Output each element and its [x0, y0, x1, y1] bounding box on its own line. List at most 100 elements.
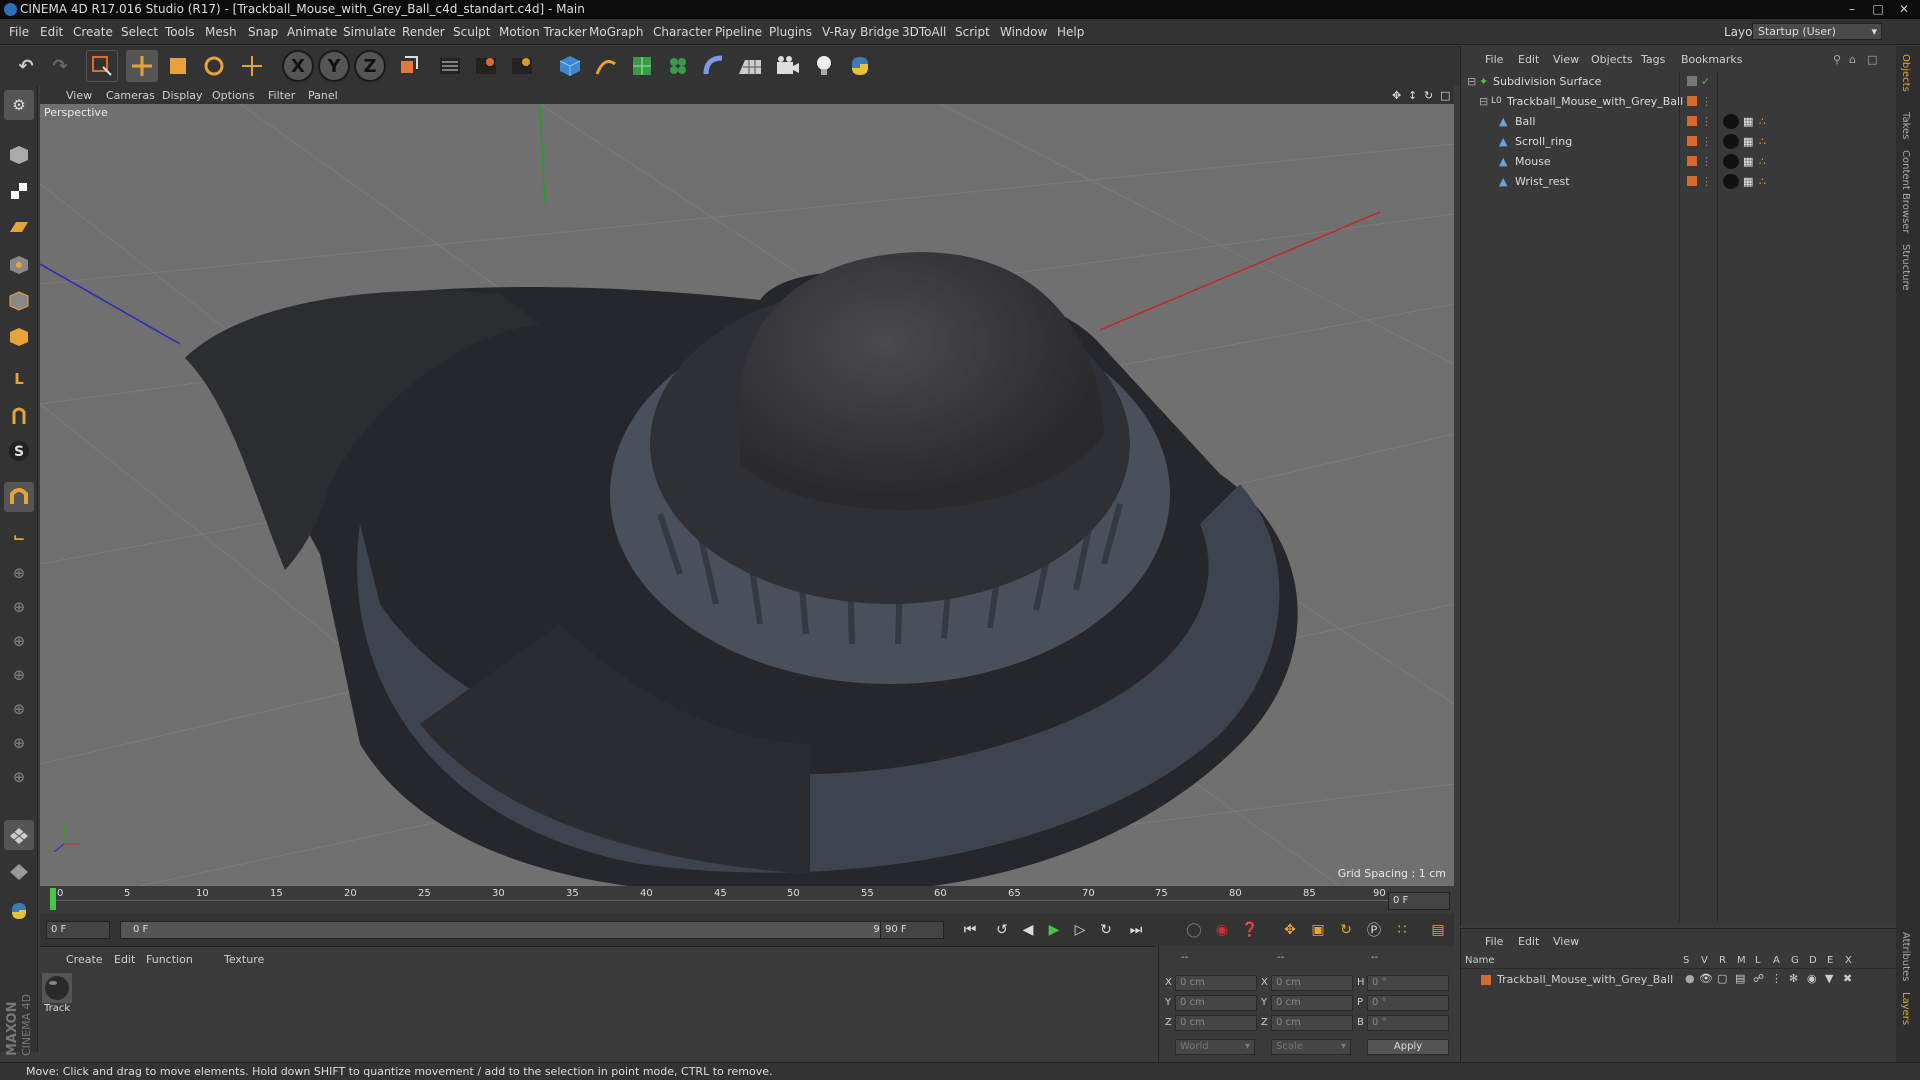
- material-menu-edit[interactable]: Edit: [114, 953, 135, 966]
- coord-mode-select[interactable]: World ▾: [1175, 1039, 1255, 1055]
- end-frame-field[interactable]: 90 F: [880, 921, 944, 939]
- layer-col-manager[interactable]: M: [1737, 955, 1746, 966]
- lock-icon[interactable]: ☍: [1753, 972, 1764, 985]
- live-selection-icon[interactable]: [86, 50, 118, 82]
- menu-animate[interactable]: Animate: [287, 25, 337, 39]
- tab-takes[interactable]: Takes: [1900, 112, 1911, 139]
- layer-col-view[interactable]: V: [1701, 955, 1708, 966]
- keyframe-selection-icon[interactable]: ❓: [1238, 919, 1262, 941]
- layermgr-menu-edit[interactable]: Edit: [1518, 935, 1539, 948]
- key-scale-icon[interactable]: ▣: [1306, 919, 1330, 941]
- deform-icon[interactable]: [4, 856, 34, 886]
- layer-row[interactable]: Trackball_Mouse_with_Grey_Ball ● 👁 ▢ ▤ ☍…: [1461, 971, 1895, 989]
- material-menu-create[interactable]: Create: [66, 953, 103, 966]
- viewport-maximize-icon[interactable]: □: [1440, 89, 1450, 102]
- material-tag-icon[interactable]: [1723, 174, 1739, 189]
- go-to-end-icon[interactable]: ⏭: [1124, 919, 1148, 941]
- play-icon[interactable]: ▶: [1042, 919, 1066, 941]
- key-parameter-icon[interactable]: Ⓟ: [1362, 919, 1386, 941]
- 3d-viewport[interactable]: Perspective Grid Spacing : 1 cm: [40, 104, 1454, 886]
- menu-select[interactable]: Select: [121, 25, 158, 39]
- menu-simulate[interactable]: Simulate: [343, 25, 396, 39]
- edges-mode-icon[interactable]: [4, 286, 34, 316]
- menu-tools[interactable]: Tools: [165, 25, 195, 39]
- texture-tag-icon[interactable]: ▦: [1743, 172, 1753, 191]
- viewport-menu-filter[interactable]: Filter: [268, 89, 295, 102]
- search-icon[interactable]: ⚲: [1833, 53, 1841, 66]
- go-to-start-icon[interactable]: ⏮: [958, 919, 982, 941]
- snap-icon[interactable]: S: [4, 436, 34, 466]
- key-pla-icon[interactable]: ∷: [1390, 919, 1414, 941]
- key-rotation-icon[interactable]: ↻: [1334, 919, 1358, 941]
- menu-sculpt[interactable]: Sculpt: [453, 25, 490, 39]
- menu-create[interactable]: Create: [73, 25, 113, 39]
- phong-tag-icon[interactable]: ∴: [1759, 132, 1766, 151]
- tab-attributes[interactable]: Attributes: [1900, 932, 1911, 981]
- pen-spline-icon[interactable]: [590, 50, 622, 82]
- sculpt-brush-2-icon[interactable]: ⊕: [4, 592, 34, 622]
- autokey-icon[interactable]: ◉: [1210, 919, 1234, 941]
- objmgr-menu-bookmarks[interactable]: Bookmarks: [1681, 53, 1742, 66]
- z-axis-icon[interactable]: Z: [354, 50, 386, 82]
- grid-snap-icon[interactable]: [4, 820, 34, 850]
- layer-col-render[interactable]: R: [1719, 955, 1726, 966]
- menu-plugins[interactable]: Plugins: [769, 25, 812, 39]
- timeline-ruler[interactable]: 0 5 10 15 20 25 30 35 40 45 50 55 60 65 …: [40, 886, 1454, 914]
- viewport-menu-view[interactable]: View: [66, 89, 92, 102]
- object-row[interactable]: ▲ Mouse ⋮ ▦ ∴: [1463, 152, 1893, 171]
- menu-help[interactable]: Help: [1057, 25, 1084, 39]
- move-icon[interactable]: [126, 50, 158, 82]
- layer-swatch[interactable]: [1687, 76, 1697, 86]
- xref-icon[interactable]: ✖: [1843, 972, 1852, 985]
- phong-tag-icon[interactable]: ∴: [1759, 172, 1766, 191]
- layer-col-expressions[interactable]: E: [1827, 955, 1833, 966]
- y-axis-icon[interactable]: Y: [318, 50, 350, 82]
- coord-rot-b-field[interactable]: 0 °: [1367, 1015, 1449, 1031]
- menu-pipeline[interactable]: Pipeline: [715, 25, 762, 39]
- menu-window[interactable]: Window: [1000, 25, 1047, 39]
- apply-button[interactable]: Apply: [1367, 1039, 1449, 1055]
- viewport-rotate-icon[interactable]: ↻: [1424, 89, 1433, 102]
- render-picture-viewer-icon[interactable]: [470, 50, 502, 82]
- deformer-icon[interactable]: [698, 50, 730, 82]
- object-row[interactable]: ⊟ ✦ Subdivision Surface ✓: [1463, 72, 1893, 91]
- visibility-dots-icon[interactable]: ⋮: [1701, 92, 1712, 111]
- layer-col-locked[interactable]: L: [1755, 955, 1761, 966]
- python-script-icon[interactable]: [4, 896, 34, 926]
- maximize-button[interactable]: □: [1866, 1, 1890, 17]
- phong-tag-icon[interactable]: ∴: [1759, 112, 1766, 131]
- material-swatch[interactable]: Track: [42, 973, 72, 1017]
- objmgr-menu-tags[interactable]: Tags: [1641, 53, 1665, 66]
- layer-col-generators[interactable]: G: [1791, 955, 1799, 966]
- coord-rot-p-field[interactable]: 0 °: [1367, 995, 1449, 1011]
- polygons-mode-icon[interactable]: [4, 322, 34, 352]
- sculpt-brush-3-icon[interactable]: ⊕: [4, 626, 34, 656]
- objmgr-menu-file[interactable]: File: [1485, 53, 1503, 66]
- cube-icon[interactable]: [554, 50, 586, 82]
- redo-icon[interactable]: ↷: [44, 50, 76, 82]
- expressions-icon[interactable]: ▼: [1825, 972, 1833, 985]
- viewport-menu-display[interactable]: Display: [162, 89, 203, 102]
- layer-swatch[interactable]: [1687, 176, 1697, 186]
- material-tag-icon[interactable]: [1723, 134, 1739, 149]
- collapse-icon[interactable]: ⊟: [1467, 72, 1476, 91]
- scale-icon[interactable]: [162, 50, 194, 82]
- render-view-icon[interactable]: [434, 50, 466, 82]
- current-frame-field[interactable]: 0 F: [1388, 892, 1450, 910]
- menu-snap[interactable]: Snap: [248, 25, 278, 39]
- viewport-menu-panel[interactable]: Panel: [308, 89, 338, 102]
- visibility-dots-icon[interactable]: ⋮: [1701, 172, 1712, 191]
- layer-col-animation[interactable]: A: [1773, 955, 1780, 966]
- move-tool-icon[interactable]: [236, 50, 268, 82]
- menu-edit[interactable]: Edit: [40, 25, 63, 39]
- layermgr-menu-view[interactable]: View: [1553, 935, 1579, 948]
- coord-size-x-field[interactable]: 0 cm: [1271, 975, 1353, 991]
- undo-icon[interactable]: ↶: [10, 50, 42, 82]
- sculpt-brush-5-icon[interactable]: ⊕: [4, 694, 34, 724]
- render-icon[interactable]: ▢: [1717, 972, 1727, 985]
- tweak-mode-icon[interactable]: [4, 400, 34, 430]
- layer-col-name[interactable]: Name: [1465, 955, 1495, 966]
- animation-icon[interactable]: ⋮: [1771, 972, 1782, 985]
- object-row[interactable]: ▲ Ball ⋮ ▦ ∴: [1463, 112, 1893, 131]
- coord-pos-x-field[interactable]: 0 cm: [1175, 975, 1257, 991]
